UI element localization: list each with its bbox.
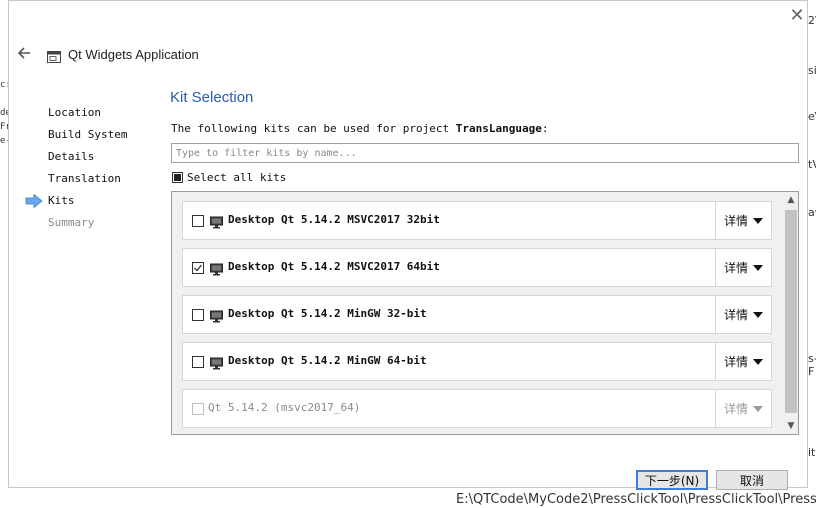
kits-list: Desktop Qt 5.14.2 MSVC2017 32bit 详情 Desk… — [171, 191, 799, 435]
nav-step-label: Translation — [48, 172, 121, 185]
bg-fragment: it. — [808, 446, 816, 459]
nav-step-build-system: Build System — [25, 126, 155, 148]
dropdown-triangle-icon — [753, 217, 763, 224]
description-suffix: : — [541, 122, 549, 135]
kit-details-button[interactable]: 详情 — [715, 249, 771, 286]
dropdown-triangle-icon — [753, 264, 763, 271]
details-label: 详情 — [723, 355, 748, 369]
bg-fragment: s-F — [808, 352, 816, 378]
kit-name: Qt 5.14.2 (msvc2017_64) — [208, 401, 361, 414]
kit-checkbox[interactable] — [192, 262, 204, 274]
bg-fragment: eV — [808, 110, 816, 123]
back-arrow-icon[interactable] — [15, 43, 35, 63]
kit-name: Desktop Qt 5.14.2 MinGW 64-bit — [228, 354, 427, 367]
nav-step-label: Kits — [48, 194, 75, 207]
kit-row: Desktop Qt 5.14.2 MSVC2017 32bit 详情 — [182, 201, 772, 240]
bg-fragment: 2V — [808, 14, 816, 27]
details-label: 详情 — [723, 308, 748, 322]
kit-name: Desktop Qt 5.14.2 MSVC2017 32bit — [228, 213, 440, 226]
nav-step-details: Details — [25, 148, 155, 170]
bg-fragment: aw — [808, 206, 816, 219]
scrollbar-thumb[interactable] — [785, 210, 797, 413]
kit-name: Desktop Qt 5.14.2 MinGW 32-bit — [228, 307, 427, 320]
current-step-arrow-icon — [25, 193, 43, 209]
dropdown-triangle-icon — [753, 405, 763, 412]
nav-step-label: Details — [48, 150, 95, 163]
dropdown-triangle-icon — [753, 311, 763, 318]
kit-checkbox[interactable] — [192, 309, 204, 321]
kit-row: Desktop Qt 5.14.2 MinGW 64-bit 详情 — [182, 342, 772, 381]
application-window-icon — [47, 48, 61, 63]
kit-checkbox — [192, 403, 204, 415]
kit-checkbox[interactable] — [192, 356, 204, 368]
kit-row: Desktop Qt 5.14.2 MinGW 32-bit 详情 — [182, 295, 772, 334]
select-all-label: Select all kits — [187, 170, 287, 184]
details-label: 详情 — [723, 402, 748, 416]
nav-step-label: Location — [48, 106, 101, 119]
kit-details-button[interactable]: 详情 — [715, 296, 771, 333]
kits-description: The following kits can be used for proje… — [171, 122, 549, 135]
cancel-button[interactable]: 取消 — [716, 470, 788, 490]
desktop-monitor-icon — [210, 261, 223, 276]
nav-step-location: Location — [25, 104, 155, 126]
select-all-kits-checkbox[interactable]: Select all kits — [172, 169, 286, 185]
nav-step-label: Summary — [48, 216, 95, 229]
kit-details-button: 详情 — [715, 390, 771, 427]
checkmark-icon — [194, 264, 203, 272]
kit-details-button[interactable]: 详情 — [715, 343, 771, 380]
desktop-monitor-icon — [210, 214, 223, 229]
background-path-text: E:\QTCode\MyCode2\PressClickTool\PressCl… — [456, 492, 816, 507]
wizard-steps-nav: Location Build System Details Translatio… — [25, 104, 155, 236]
scroll-up-icon[interactable]: ▲ — [784, 193, 798, 207]
kit-filter-input[interactable] — [171, 143, 799, 163]
bg-fragment: tV — [808, 158, 816, 171]
wizard-dialog: ✕ Qt Widgets Application Location Build … — [8, 0, 808, 488]
background-status-bar: E:\QTCode\MyCode2\PressClickTool\PressCl… — [8, 488, 816, 508]
details-label: 详情 — [723, 261, 748, 275]
project-name: TransLanguage — [455, 122, 542, 135]
desktop-monitor-icon — [210, 355, 223, 370]
next-button[interactable]: 下一步(N) — [636, 470, 708, 490]
scroll-down-icon[interactable]: ▼ — [784, 419, 798, 433]
nav-step-label: Build System — [48, 128, 128, 141]
kit-checkbox[interactable] — [192, 215, 204, 227]
nav-step-translation: Translation — [25, 170, 155, 192]
bg-fragment: si — [808, 64, 816, 77]
kits-scrollbar[interactable]: ▲ ▼ — [784, 193, 798, 433]
kit-details-button[interactable]: 详情 — [715, 202, 771, 239]
wizard-title: Qt Widgets Application — [68, 47, 199, 62]
background-ide-right: 2V si eV tV aw s-F it. — [808, 0, 816, 508]
desktop-monitor-icon — [210, 308, 223, 323]
details-label: 详情 — [723, 214, 748, 228]
tristate-checkbox-icon[interactable] — [172, 171, 183, 183]
kit-name: Desktop Qt 5.14.2 MSVC2017 64bit — [228, 260, 440, 273]
kit-row-disabled: Qt 5.14.2 (msvc2017_64) 详情 — [182, 389, 772, 428]
close-icon[interactable]: ✕ — [787, 7, 807, 27]
dropdown-triangle-icon — [753, 358, 763, 365]
page-title: Kit Selection — [170, 89, 254, 106]
kit-row: Desktop Qt 5.14.2 MSVC2017 64bit 详情 — [182, 248, 772, 287]
nav-step-kits: Kits — [25, 192, 155, 214]
nav-step-summary: Summary — [25, 214, 155, 236]
description-text: The following kits can be used for proje… — [171, 122, 456, 135]
